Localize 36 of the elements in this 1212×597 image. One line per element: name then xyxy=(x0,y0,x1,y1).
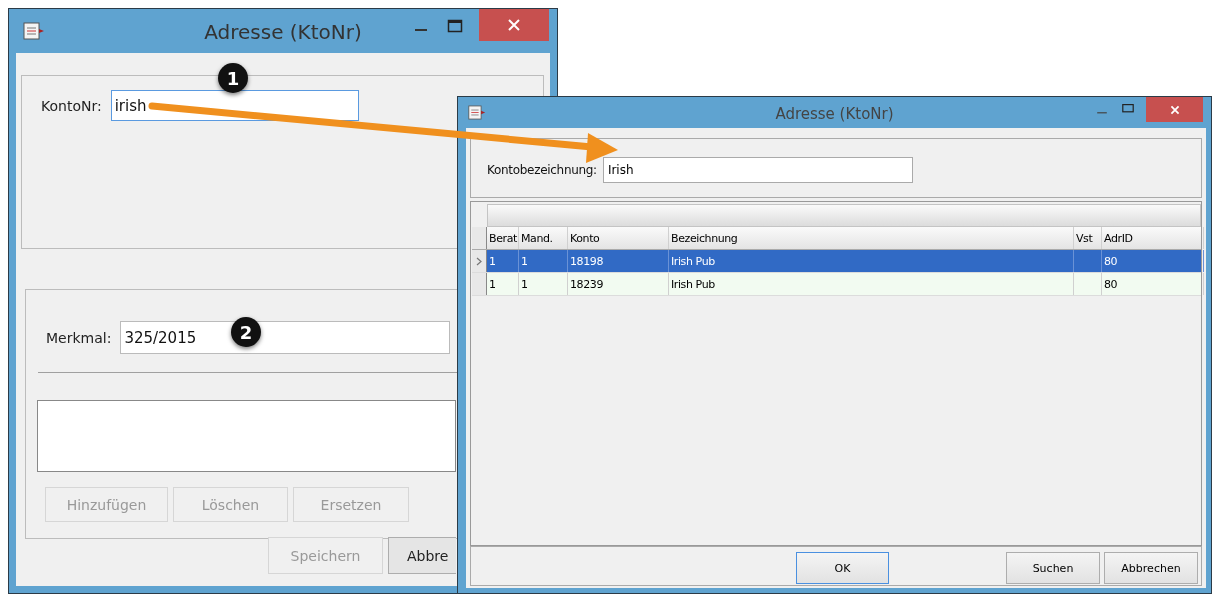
table-cell: 1 xyxy=(521,254,528,268)
dialog-button[interactable]: Suchen xyxy=(1006,552,1100,584)
column-header[interactable]: Konto xyxy=(568,227,669,249)
column-header[interactable]: Mand. xyxy=(519,227,568,249)
table-cell: 18239 xyxy=(570,277,603,291)
close-icon xyxy=(507,18,521,32)
column-header[interactable]: Berat xyxy=(487,227,519,249)
table-cell: Irish Pub xyxy=(671,254,715,268)
field-label: KontoNr: xyxy=(41,97,102,114)
table-cell: Irish Pub xyxy=(671,277,715,291)
close-button[interactable] xyxy=(1146,97,1203,122)
dialog-button[interactable]: Abbrechen xyxy=(1104,552,1198,584)
form-icon xyxy=(23,21,45,41)
ok-button[interactable]: OK xyxy=(796,552,889,584)
table-row[interactable]: 1 1 18198 Irish Pub 80 xyxy=(472,250,1201,273)
table-row[interactable]: 1 1 18239 Irish Pub 80 xyxy=(472,273,1201,296)
table-cell: 1 xyxy=(521,277,528,291)
field-label: Merkmal: xyxy=(46,329,112,346)
table-cell: 1 xyxy=(489,254,496,268)
table-cell: 80 xyxy=(1104,277,1118,291)
table-cell: 80 xyxy=(1104,254,1118,268)
row-pointer-icon xyxy=(476,256,482,266)
form-icon xyxy=(468,104,486,121)
window-title: Adresse (KtoNr) xyxy=(775,105,894,123)
close-button[interactable] xyxy=(479,9,549,41)
window-title: Adresse (KtoNr) xyxy=(204,20,362,44)
close-icon xyxy=(1169,104,1180,115)
table-cell: 18198 xyxy=(570,254,603,268)
column-header[interactable]: AdrID xyxy=(1102,227,1204,249)
column-header[interactable]: Vst xyxy=(1074,227,1102,249)
table-cell: 1 xyxy=(489,277,496,291)
field-label: Kontobezeichnung: xyxy=(487,163,597,177)
column-header[interactable]: Bezeichnung xyxy=(669,227,1074,249)
dialog-button[interactable]: Abbre xyxy=(388,537,456,574)
search-field[interactable]: Irish xyxy=(602,157,913,183)
list-box[interactable] xyxy=(37,400,456,472)
